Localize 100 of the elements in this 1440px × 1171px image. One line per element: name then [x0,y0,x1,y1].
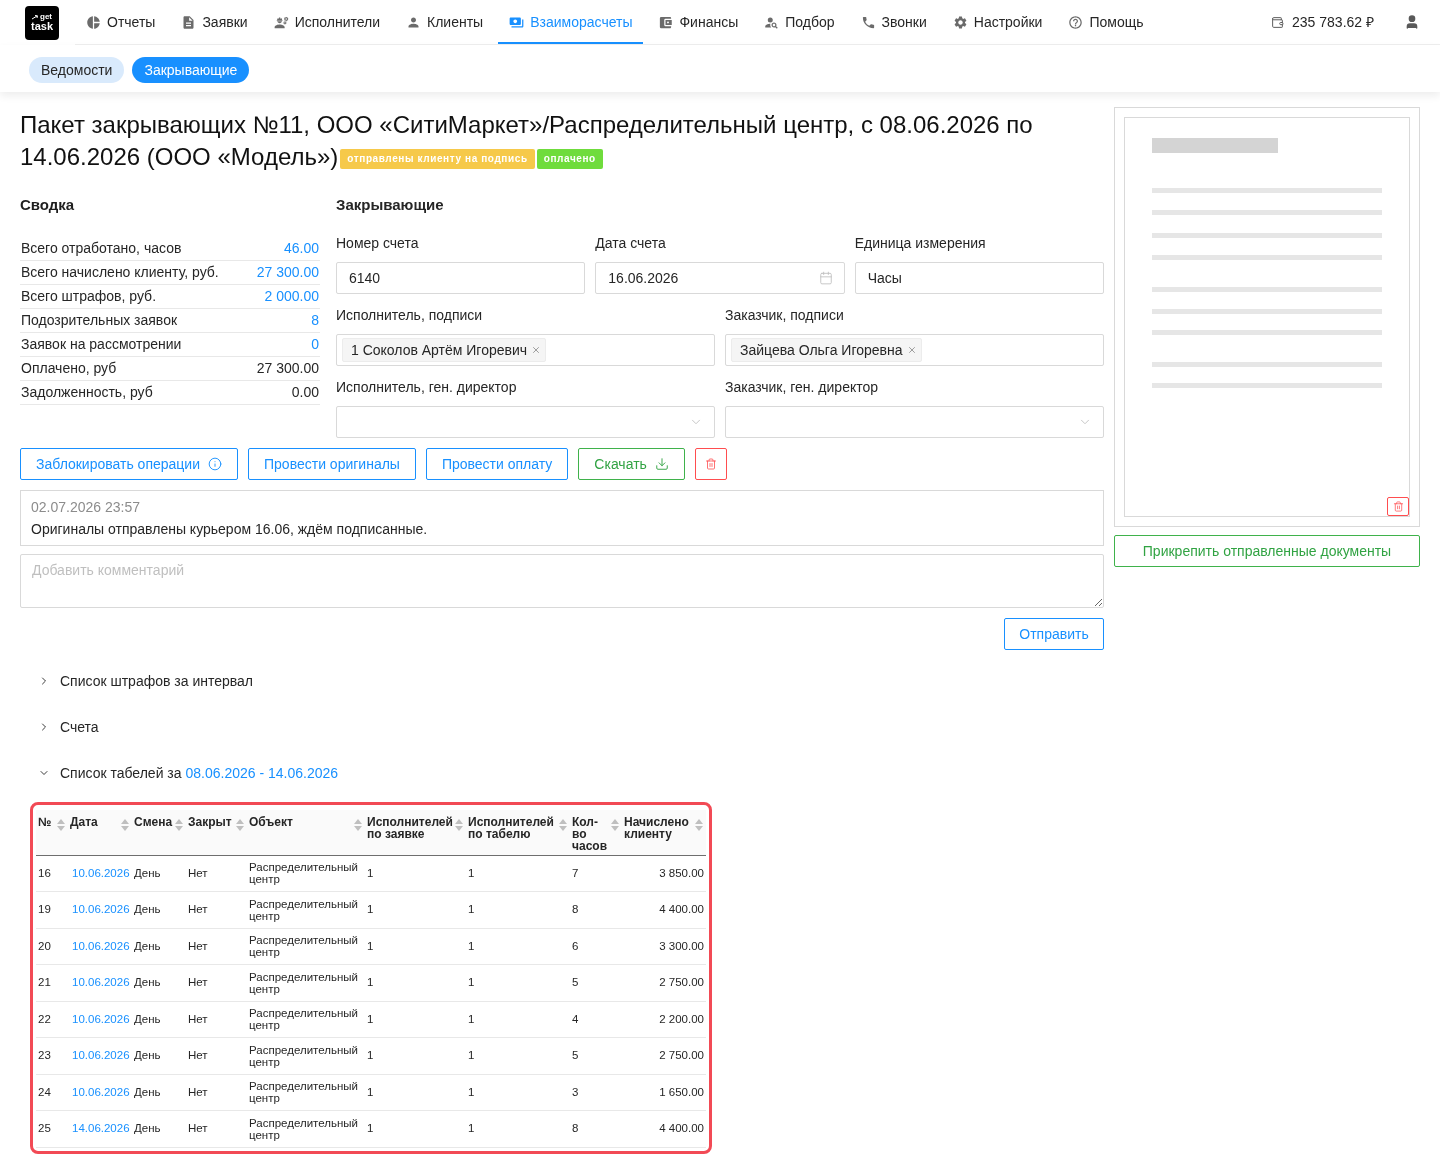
summary-value-link[interactable]: 2 000.00 [264,286,319,307]
column-header: Исполнителей по заявке [367,816,453,840]
table-cell: 8 [572,1122,579,1135]
tag-select-field[interactable]: Зайцева Ольга Игоревна [725,334,1104,366]
calendar-icon[interactable] [818,271,833,285]
nav-tab[interactable]: Настройки [941,0,1054,44]
table-cell-text: Распределительный центр [249,861,359,886]
text-field[interactable]: Часы [854,262,1104,294]
table-cell: 1 650.00 [659,1085,704,1098]
table-cell: Нет [188,1085,208,1098]
download-button[interactable]: Скачать [578,448,685,480]
nav-tab[interactable]: Отчеты [75,0,167,44]
sort-icon[interactable] [354,819,362,831]
sort-icon[interactable] [455,819,463,831]
tag-select-field[interactable]: 1 Соколов Артём Игоревич [336,334,715,366]
section-toggle[interactable]: Список штрафов за интервал [38,670,254,692]
document-icon [181,14,197,30]
table-cell: 3 300.00 [659,939,704,952]
table-cell: 6 [572,939,579,952]
subnav-tab[interactable]: Ведомости [29,57,125,83]
table-cell: 4 400.00 [659,903,704,916]
comment-text: Оригиналы отправлены курьером 16.06, ждём подписанные. [31,520,429,539]
nav-tab[interactable]: Помощь [1057,0,1155,44]
table-cell: 1 [468,1085,475,1098]
date-field[interactable]: 16.06.2026 [595,262,845,294]
date-link[interactable]: 10.06.2026 [70,1085,130,1098]
status-badge: оплачено [536,149,603,169]
logo[interactable]: get task [25,5,59,40]
table-cell: 1 [468,1012,475,1025]
block-operations-button[interactable]: Заблокировать операции [20,448,238,480]
tag-label: 1 Соколов Артём Игоревич [351,340,528,360]
summary-value-link[interactable]: 46.00 [283,238,319,259]
nav-tab[interactable]: Взаиморасчеты [498,0,644,44]
date-link[interactable]: 10.06.2026 [70,976,130,989]
help-icon [1068,14,1084,30]
table-cell-text: Распределительный центр [249,1116,359,1141]
date-range-link[interactable]: 08.06.2026 - 14.06.2026 [185,764,339,781]
column-header: № [38,816,52,828]
payment-button[interactable]: Провести оплату [425,448,569,480]
trash-icon [1392,501,1404,512]
table-cell: 1 [468,976,475,989]
table-cell-text: Распределительный центр [249,1043,359,1068]
sort-icon[interactable] [121,819,129,831]
subnav-tab[interactable]: Закрывающие [132,57,250,83]
table-cell-text: Распределительный центр [249,970,359,995]
nav-tab[interactable]: Финансы [647,0,750,44]
table-cell: 1 [468,866,475,879]
attach-documents-button[interactable]: Прикрепить отправленные документы [1114,535,1420,567]
table-cell: 1 [468,1122,475,1135]
originals-button[interactable]: Провести оригиналы [248,448,416,480]
send-button[interactable]: Отправить [1004,618,1104,650]
date-link[interactable]: 10.06.2026 [70,1012,130,1025]
sort-icon[interactable] [695,819,703,831]
delete-button[interactable] [1387,497,1409,516]
summary-label: Заявок на рассмотрении [21,335,182,354]
close-icon[interactable] [531,345,542,355]
close-icon[interactable] [906,345,917,355]
section-toggle[interactable]: Счета [38,716,99,738]
table-cell: 22 [38,1012,51,1025]
table-cell-text: Распределительный центр [249,897,359,922]
date-link[interactable]: 14.06.2026 [70,1122,130,1135]
summary-value-link[interactable]: 0 [311,334,319,355]
nav-tab[interactable]: Клиенты [395,0,495,44]
sort-icon[interactable] [57,819,65,831]
delete-button[interactable] [694,448,727,480]
table-cell: 1 [367,976,374,989]
table-cell: 3 850.00 [659,866,704,879]
comment-field[interactable]: Добавить комментарий [20,554,1104,608]
user-icon[interactable] [1404,14,1420,30]
nav-tab[interactable]: Звонки [849,0,938,44]
select-field[interactable] [725,406,1104,438]
text-field[interactable]: 6140 [336,262,586,294]
summary-label: Всего начислено клиенту, руб. [21,263,219,282]
field-label: Заказчик, ген. директор [725,378,880,397]
section-toggle[interactable]: Список табелей за 08.06.2026 - 14.06.2026 [38,762,339,784]
field-label: Дата счета [595,234,667,253]
date-link[interactable]: 10.06.2026 [70,939,130,952]
summary-value: 0.00 [291,383,319,402]
logo-text: task [31,21,53,32]
nav-tab[interactable]: Подбор [753,0,846,44]
summary-value-link[interactable]: 8 [311,310,319,331]
summary-value-link[interactable]: 27 300.00 [256,262,319,283]
date-link[interactable]: 10.06.2026 [70,903,130,916]
date-link[interactable]: 10.06.2026 [70,866,130,879]
sort-icon[interactable] [611,819,619,831]
select-field[interactable] [336,406,715,438]
sort-icon[interactable] [175,819,183,831]
sort-icon[interactable] [236,819,244,831]
date-link[interactable]: 10.06.2026 [70,1049,130,1062]
nav-tab[interactable]: Исполнители [262,0,392,44]
summary-label: Всего отработано, часов [21,239,182,258]
balance-amount: 235 783.62 ₽ [1292,12,1374,32]
nav-tab[interactable]: Заявки [170,0,259,44]
field-label: Исполнитель, ген. директор [336,378,518,397]
table-cell: 5 [572,976,579,989]
info-icon [208,457,222,471]
table-cell: 7 [572,866,579,879]
arrow-icon [32,14,39,20]
sort-icon[interactable] [559,819,567,831]
table-cell: Нет [188,976,208,989]
